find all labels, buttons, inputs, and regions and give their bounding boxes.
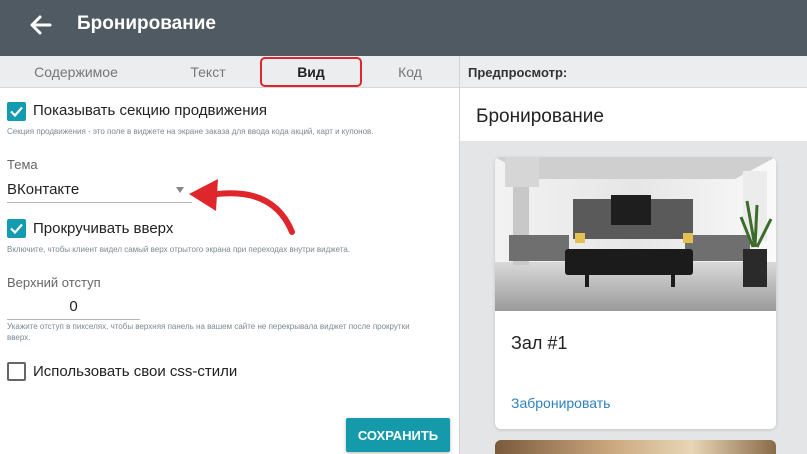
annotation-arrow-icon xyxy=(189,179,295,235)
tab-code[interactable]: Код xyxy=(372,56,448,88)
room-title: Зал #1 xyxy=(511,333,568,353)
room-image xyxy=(495,157,776,311)
scroll-hint: Включите, чтобы клиент видел самый верх … xyxy=(7,245,351,254)
theme-select-value: ВКонтакте xyxy=(7,181,80,198)
preview-bar: Предпросмотр: xyxy=(459,56,807,88)
preview-panel: Бронирование Зал #1 Забронировать xyxy=(459,88,807,454)
tab-content[interactable]: Содержимое xyxy=(20,56,132,88)
offset-label: Верхний отступ xyxy=(7,275,101,290)
book-link[interactable]: Забронировать xyxy=(511,395,610,411)
custom-css-label: Использовать свои css-стили xyxy=(33,363,238,380)
theme-label: Тема xyxy=(7,157,38,172)
check-icon xyxy=(10,106,23,118)
arrow-left-icon[interactable] xyxy=(26,10,56,40)
theme-select[interactable]: ВКонтакте xyxy=(7,178,192,203)
tab-bar: Содержимое Текст Вид Код xyxy=(0,56,459,88)
preview-header: Бронирование xyxy=(460,88,807,142)
save-button[interactable]: СОХРАНИТЬ xyxy=(346,418,450,452)
room-card-image-partial xyxy=(495,440,776,454)
dropdown-caret-icon xyxy=(176,187,184,193)
promo-checkbox[interactable] xyxy=(7,102,26,121)
tab-view[interactable]: Вид xyxy=(262,56,360,88)
preview-title: Бронирование xyxy=(476,106,604,127)
top-bar: Бронирование xyxy=(0,0,807,56)
tab-text[interactable]: Текст xyxy=(160,56,256,88)
custom-css-checkbox[interactable] xyxy=(7,362,26,381)
scroll-label: Прокручивать вверх xyxy=(33,220,174,237)
page-title: Бронирование xyxy=(77,13,216,34)
settings-panel: Показывать секцию продвижения Секция про… xyxy=(0,88,459,454)
check-icon xyxy=(10,223,23,235)
preview-label: Предпросмотр: xyxy=(468,65,568,80)
offset-hint: Укажите отступ в пикселях, чтобы верхняя… xyxy=(7,322,410,342)
room-card[interactable]: Зал #1 Забронировать xyxy=(495,157,776,429)
promo-label: Показывать секцию продвижения xyxy=(33,102,268,119)
scroll-checkbox[interactable] xyxy=(7,219,26,238)
promo-hint: Секция продвижения - это поле в виджете … xyxy=(7,127,374,136)
offset-input[interactable] xyxy=(7,294,140,320)
